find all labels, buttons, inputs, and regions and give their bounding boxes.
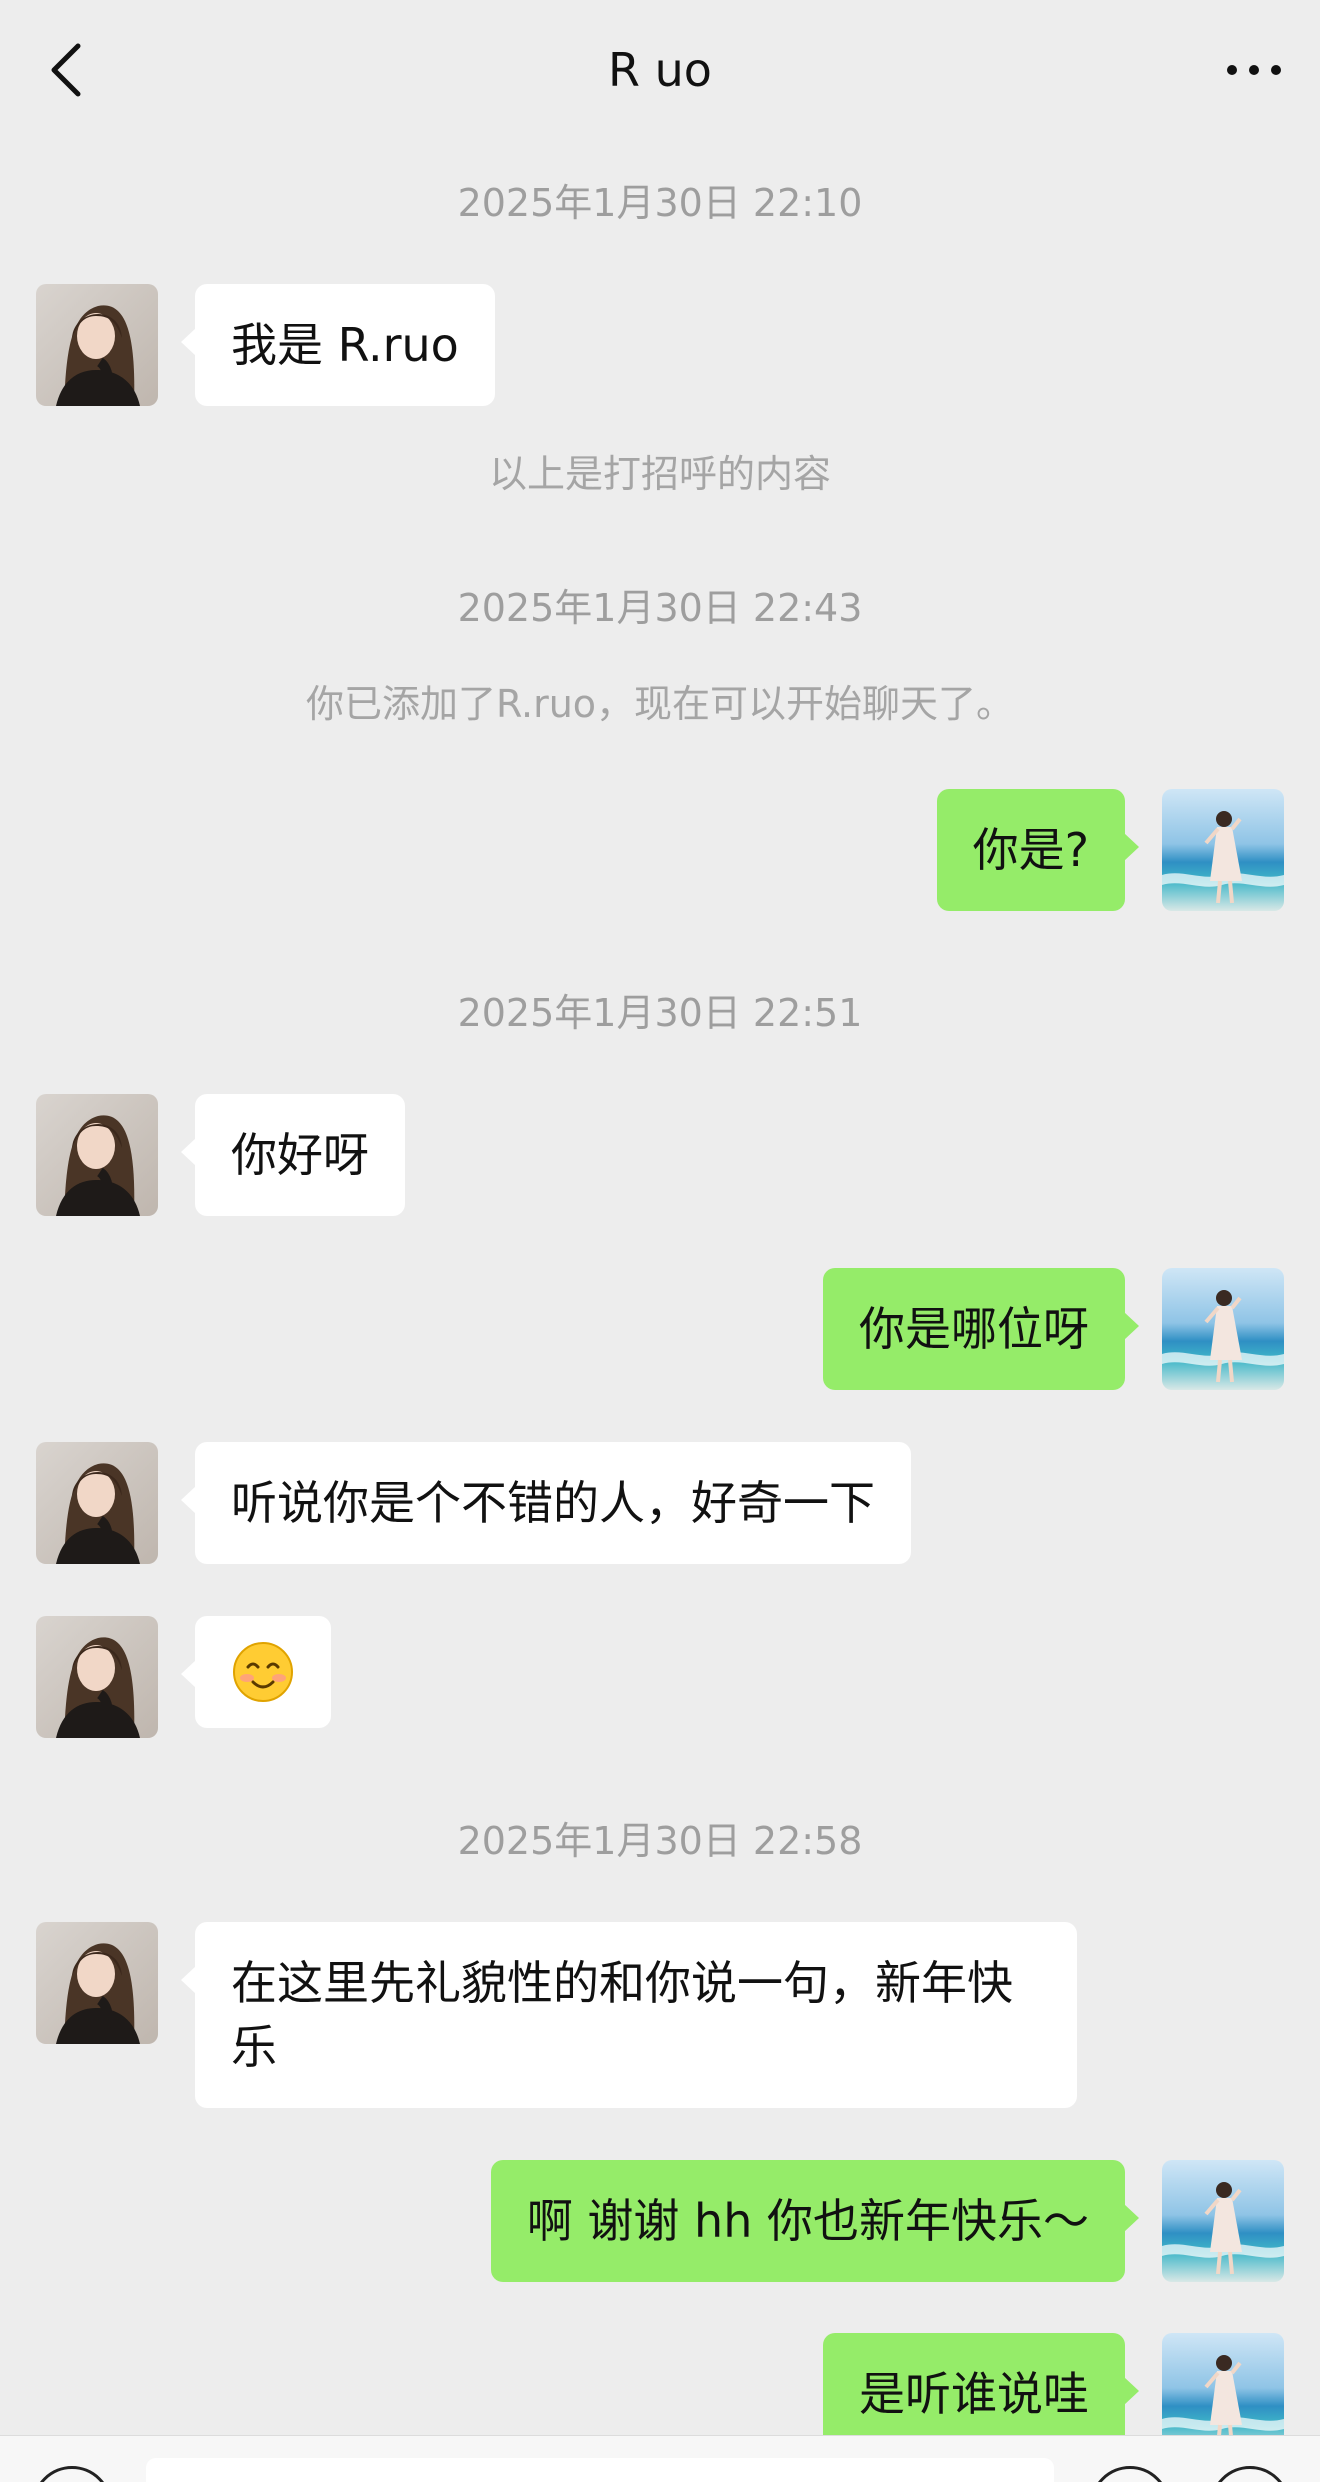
navigation-bar: R uo <box>0 0 1320 140</box>
system-message: 以上是打招呼的内容 <box>488 452 831 496</box>
voice-icon[interactable] <box>32 2466 112 2482</box>
smiling-face-emoji-icon <box>233 1642 293 1702</box>
contact-avatar[interactable] <box>36 284 158 406</box>
emoji-icon[interactable] <box>1090 2466 1170 2482</box>
system-message: 你已添加了R.ruo，现在可以开始聊天了。 <box>305 682 1015 726</box>
my-avatar[interactable] <box>1162 2160 1284 2282</box>
incoming-message[interactable]: 我是 R.ruo <box>181 284 495 406</box>
timestamp: 2025年1月30日 22:43 <box>457 586 863 630</box>
input-bar <box>0 2435 1320 2482</box>
timestamp: 2025年1月30日 22:10 <box>457 181 863 225</box>
chat-title: R uo <box>608 43 712 97</box>
incoming-message[interactable]: 你好呀 <box>181 1094 405 1216</box>
timestamp: 2025年1月30日 22:51 <box>457 991 863 1035</box>
contact-avatar[interactable] <box>36 1616 158 1738</box>
outgoing-message[interactable]: 啊 谢谢 hh 你也新年快乐～ <box>490 2160 1140 2282</box>
my-avatar[interactable] <box>1162 789 1284 911</box>
my-avatar[interactable] <box>1162 1268 1284 1390</box>
plus-icon[interactable] <box>1210 2466 1290 2482</box>
outgoing-message[interactable]: 你是哪位呀 <box>823 1268 1139 1390</box>
incoming-message[interactable]: 听说你是个不错的人，好奇一下 <box>181 1442 911 1564</box>
contact-avatar[interactable] <box>36 1442 158 1564</box>
contact-avatar[interactable] <box>36 1094 158 1216</box>
contact-avatar[interactable] <box>36 1922 158 2044</box>
more-dots-icon[interactable] <box>1222 48 1286 92</box>
incoming-emoji-message[interactable] <box>181 1616 331 1728</box>
outgoing-message[interactable]: 你是? <box>936 789 1140 911</box>
message-input[interactable] <box>146 2458 1054 2482</box>
incoming-message[interactable]: 在这里先礼貌性的和你说一句，新年快乐 <box>181 1922 1077 2108</box>
timestamp: 2025年1月30日 22:58 <box>457 1819 863 1863</box>
